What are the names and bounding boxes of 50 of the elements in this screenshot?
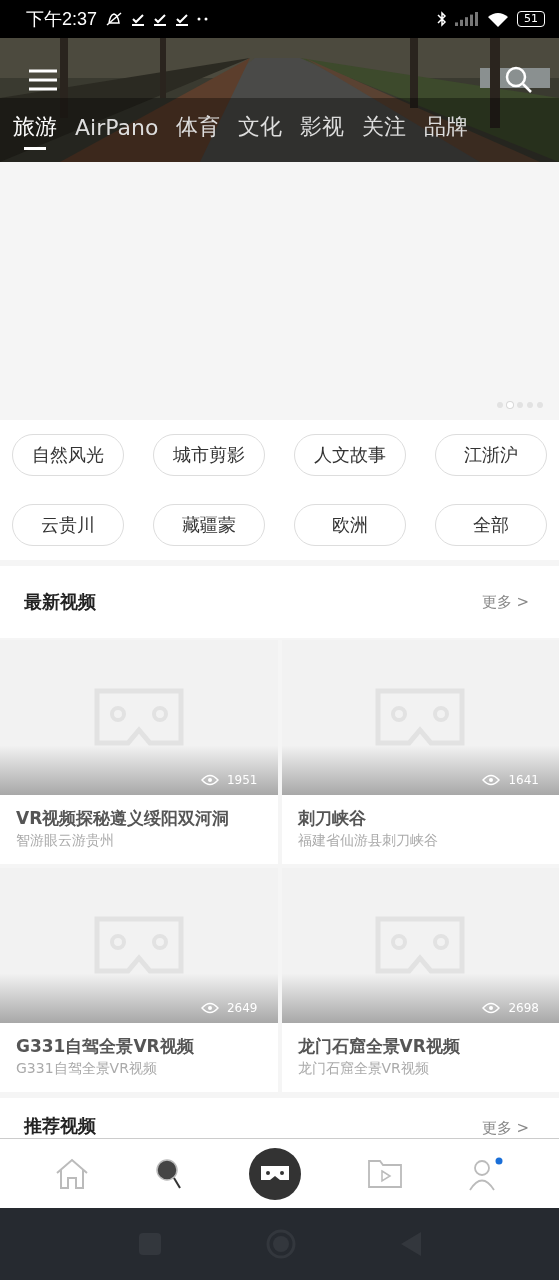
search-icon[interactable] xyxy=(505,66,533,94)
view-count: 1951 xyxy=(226,773,258,787)
video-title: VR视频探秘遵义绥阳双河洞 xyxy=(16,807,231,830)
video-title: G331自驾全景VR视频 xyxy=(16,1035,195,1058)
download-done-icon xyxy=(153,12,168,26)
video-subtitle: 智游眼云游贵州 xyxy=(16,832,115,850)
category-chip[interactable]: 藏疆蒙 xyxy=(153,504,265,546)
section-title: 最新视频 xyxy=(24,590,96,614)
category-chip[interactable]: 全部 xyxy=(435,504,547,546)
category-tab[interactable]: 影视 xyxy=(291,112,354,152)
more-dots-icon xyxy=(197,17,210,21)
vr-headset-icon[interactable] xyxy=(249,1147,302,1200)
category-tab[interactable]: 关注 xyxy=(353,112,416,152)
more-link[interactable]: 更多 > xyxy=(481,1119,529,1138)
wifi-icon xyxy=(487,11,509,27)
video-title: 刺刀峡谷 xyxy=(297,807,367,830)
category-chip[interactable]: 自然风光 xyxy=(12,434,124,476)
eye-icon xyxy=(200,1002,219,1014)
category-chip[interactable]: 欧洲 xyxy=(294,504,406,546)
section-title: 推荐视频 xyxy=(24,1114,96,1138)
bluetooth-icon xyxy=(437,11,447,27)
category-chip[interactable]: 城市剪影 xyxy=(153,434,265,476)
video-title: 龙门石窟全景VR视频 xyxy=(297,1035,461,1058)
view-count: 2649 xyxy=(226,1001,258,1015)
category-tab[interactable]: 文化 xyxy=(229,112,292,152)
more-link[interactable]: 更多 > xyxy=(481,592,529,612)
status-time: 下午2:37 xyxy=(26,8,98,31)
eye-icon xyxy=(482,774,501,786)
category-tab[interactable]: 旅游 xyxy=(4,112,66,152)
video-subtitle: 福建省仙游县刺刀峡谷 xyxy=(297,832,439,850)
category-chip[interactable]: 云贵川 xyxy=(12,504,124,546)
category-chip[interactable]: 人文故事 xyxy=(294,434,406,476)
signal-icon xyxy=(455,11,479,27)
video-subtitle: 龙门石窟全景VR视频 xyxy=(297,1060,430,1078)
category-tab[interactable]: AirPano xyxy=(66,112,168,152)
menu-icon[interactable] xyxy=(28,68,58,92)
view-count: 1641 xyxy=(508,773,539,787)
eye-icon xyxy=(200,774,219,786)
category-tab[interactable]: 体育 xyxy=(167,112,230,152)
category-chip[interactable]: 江浙沪 xyxy=(435,434,547,476)
video-subtitle: G331自驾全景VR视频 xyxy=(16,1060,158,1078)
view-count: 2698 xyxy=(508,1001,539,1015)
category-tab[interactable]: 品牌 xyxy=(415,112,478,152)
magnifier-icon[interactable] xyxy=(155,1157,184,1190)
profile-icon[interactable] xyxy=(467,1156,504,1191)
battery-icon: 51 xyxy=(517,11,545,27)
mute-icon xyxy=(105,11,124,27)
download-done-icon xyxy=(175,12,190,26)
eye-icon xyxy=(482,1002,501,1014)
download-done-icon xyxy=(131,12,146,26)
